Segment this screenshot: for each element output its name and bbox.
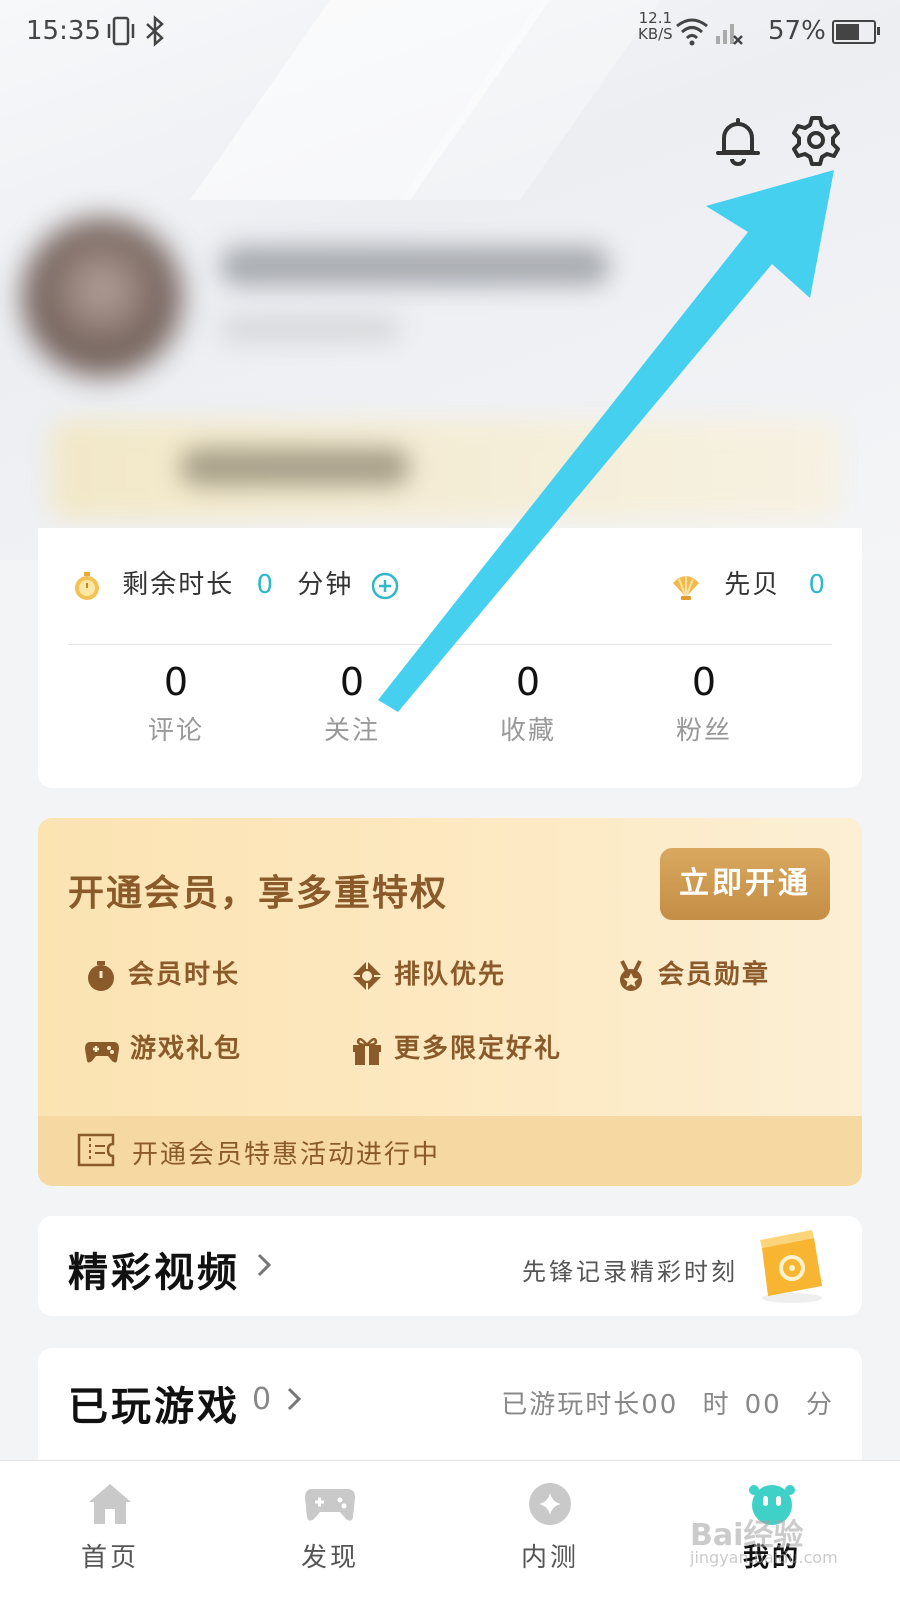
vibrate-icon: [107, 16, 135, 46]
open-vip-button[interactable]: 立即开通: [660, 848, 830, 920]
section-title: 精彩视频: [68, 1250, 240, 1296]
add-time-icon[interactable]: [370, 571, 400, 601]
wifi-icon: [676, 18, 708, 46]
shell-row[interactable]: 先贝 0: [670, 564, 827, 601]
section-title: 已玩游戏: [68, 1384, 240, 1430]
bluetooth-icon: [146, 15, 164, 47]
ticket-icon: [77, 1133, 115, 1167]
play-time: 已游玩时长00 时 00 分: [501, 1390, 834, 1420]
highlight-videos-section[interactable]: 精彩视频 先锋记录精彩时刻: [38, 1216, 862, 1316]
watermark-url: jingyan.baidu.com: [690, 1548, 838, 1567]
battery-percent: 57%: [768, 16, 826, 46]
nav-discover[interactable]: 发现: [270, 1481, 390, 1574]
chevron-right-icon: [287, 1387, 302, 1411]
remaining-time-unit: 分钟: [297, 570, 354, 600]
played-count: 0: [252, 1382, 272, 1417]
user-subtitle-blurred: [220, 316, 400, 342]
stat-fans[interactable]: 0 粉丝: [614, 654, 794, 747]
shell-value: 0: [808, 570, 828, 600]
gamepad-icon: [305, 1489, 355, 1521]
video-clapper-icon: [760, 1230, 822, 1303]
stat-favorites[interactable]: 0 收藏: [438, 654, 618, 747]
remaining-time-value: 0: [256, 570, 276, 600]
member-banner-blurred[interactable]: [50, 420, 840, 520]
chevron-right-icon: [257, 1253, 272, 1277]
priority-diamond-icon: [352, 960, 382, 991]
perk-queue-priority[interactable]: 排队优先: [350, 954, 506, 993]
vip-title: 开通会员，享多重特权: [68, 873, 449, 914]
member-banner-text-blurred: [180, 448, 410, 486]
vip-promo-bar[interactable]: 开通会员特惠活动进行中: [38, 1116, 862, 1186]
stopwatch-icon: [88, 960, 114, 991]
beta-star-icon: [529, 1483, 571, 1525]
network-speed: 12.1 KB/S: [638, 9, 673, 43]
signal-icon: [716, 24, 743, 45]
stopwatch-icon: [75, 571, 99, 600]
stat-following[interactable]: 0 关注: [262, 654, 442, 747]
vip-promo-text: 开通会员特惠活动进行中: [132, 1140, 441, 1170]
shell-icon: [673, 575, 699, 600]
divider: [68, 644, 832, 645]
username-blurred: [220, 246, 610, 286]
stat-comments[interactable]: 0 评论: [86, 654, 266, 747]
remaining-time-label: 剩余时长: [122, 570, 235, 600]
played-games-section[interactable]: 已玩游戏 0 已游玩时长00 时 00 分: [38, 1348, 862, 1468]
home-icon: [89, 1484, 131, 1524]
perk-game-gift[interactable]: 游戏礼包: [84, 1028, 242, 1067]
gear-icon[interactable]: [788, 112, 844, 168]
battery-icon: [832, 20, 880, 44]
gamepad-icon: [85, 1041, 119, 1062]
status-bar: 15:35 12.1 KB/S 57%: [0, 0, 900, 64]
nav-home[interactable]: 首页: [50, 1481, 170, 1574]
status-time: 15:35: [26, 16, 101, 46]
perk-more-gifts[interactable]: 更多限定好礼: [350, 1028, 562, 1067]
nav-beta[interactable]: 内测: [490, 1481, 610, 1574]
medal-icon: [620, 959, 642, 991]
avatar[interactable]: [22, 218, 182, 378]
perk-member-medal[interactable]: 会员勋章: [614, 954, 770, 993]
perk-member-time[interactable]: 会员时长: [84, 954, 240, 993]
bell-icon[interactable]: [710, 112, 766, 168]
stats-card: 剩余时长 0 分钟 先贝 0 0 评论 0 关注 0 收藏 0 粉丝: [38, 528, 862, 788]
section-subtitle: 先锋记录精彩时刻: [522, 1258, 738, 1286]
vip-card[interactable]: 开通会员，享多重特权 立即开通 会员时长 排队优先 会员勋章 游戏礼包 更多限定…: [38, 818, 862, 1186]
shell-label: 先贝: [724, 570, 781, 600]
remaining-time-row: 剩余时长 0 分钟: [72, 564, 400, 601]
gift-icon: [353, 1037, 381, 1065]
